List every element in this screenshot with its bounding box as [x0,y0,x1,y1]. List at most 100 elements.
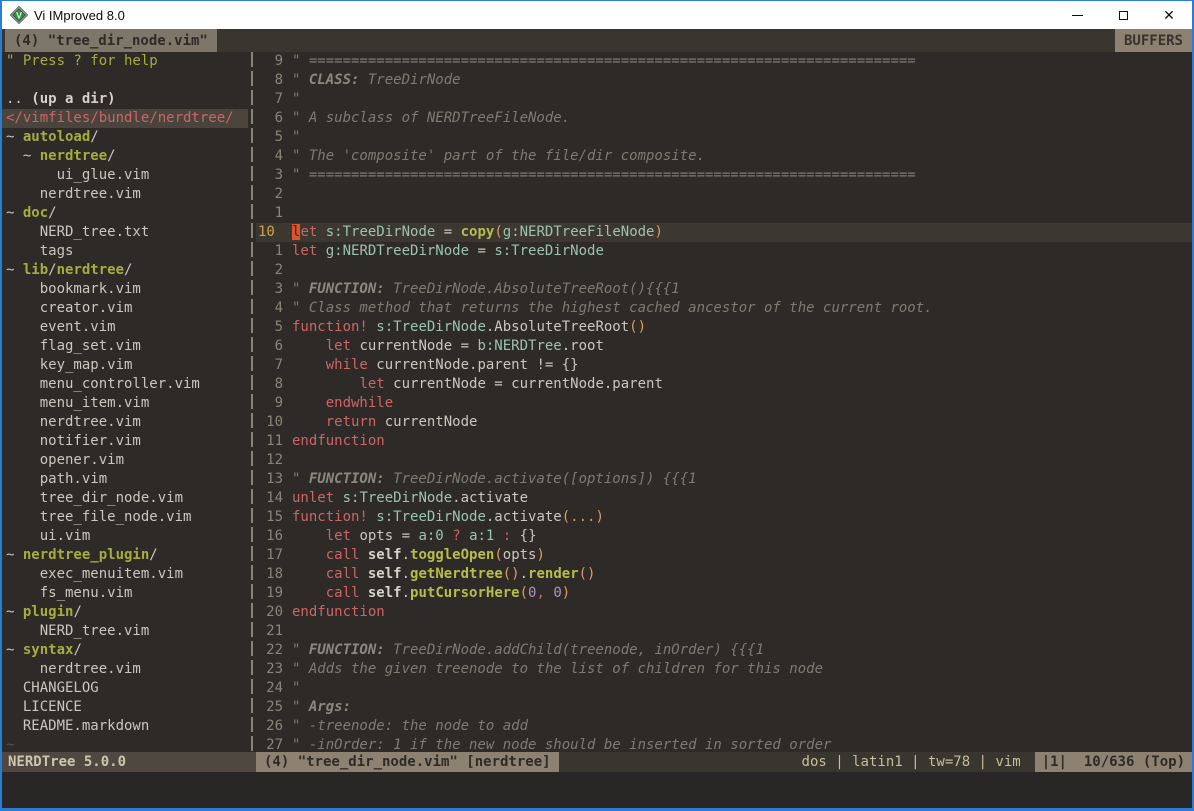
code-line[interactable]: 7 while currentNode.parent != {} [256,356,1192,375]
tree-item[interactable]: CHANGELOG [2,679,248,698]
line-number: 10 [256,223,283,242]
tree-item[interactable]: opener.vim [2,451,248,470]
line-number: 6 [256,337,283,356]
code-text: function! s:TreeDirNode.activate(...) [283,508,604,527]
minimize-button[interactable] [1054,1,1100,29]
tree-item[interactable]: nerdtree.vim [2,185,248,204]
code-line[interactable]: 22" FUNCTION: TreeDirNode.addChild(treen… [256,641,1192,660]
tree-item[interactable]: NERD_tree.txt [2,223,248,242]
code-line[interactable]: 14unlet s:TreeDirNode.activate [256,489,1192,508]
token [292,414,326,430]
code-line[interactable]: 2 [256,185,1192,204]
code-line[interactable]: 12 [256,451,1192,470]
code-text: function! s:TreeDirNode.AbsoluteTreeRoot… [283,318,646,337]
tree-item[interactable]: " Press ? for help [2,52,248,71]
command-line[interactable] [2,772,1192,808]
code-line[interactable]: 19 call self.putCursorHere(0, 0) [256,584,1192,603]
code-line[interactable]: 9" =====================================… [256,52,1192,71]
maximize-button[interactable] [1100,1,1146,29]
tree-item[interactable]: tree_file_node.vim [2,508,248,527]
tree-item[interactable]: ~ syntax/ [2,641,248,660]
code-line[interactable]: 5" [256,128,1192,147]
tree-item[interactable]: LICENCE [2,698,248,717]
code-line[interactable]: 24" [256,679,1192,698]
code-line[interactable]: 6" A subclass of NERDTreeFileNode. [256,109,1192,128]
tree-item[interactable]: flag_set.vim [2,337,248,356]
token [292,338,326,354]
token: ~ [6,604,23,620]
token: . [402,585,410,601]
tree-item[interactable]: ~ [2,736,248,752]
code-line[interactable]: 25" Args: [256,698,1192,717]
code-line[interactable]: 4" Class method that returns the highest… [256,299,1192,318]
tree-item[interactable]: creator.vim [2,299,248,318]
tree-item[interactable]: ui_glue.vim [2,166,248,185]
tree-item[interactable]: .. (up a dir) [2,90,248,109]
code-line[interactable]: 8" CLASS: TreeDirNode [256,71,1192,90]
token: event.vim [6,319,116,335]
tree-item[interactable]: ~ lib/nerdtree/ [2,261,248,280]
token [292,395,326,411]
tree-item[interactable]: event.vim [2,318,248,337]
token [461,528,469,544]
code-line[interactable]: 1let g:NERDTreeDirNode = s:TreeDirNode [256,242,1192,261]
code-line[interactable]: 27" -inOrder: 1 if the new node should b… [256,736,1192,752]
code-line[interactable]: 6 let currentNode = b:NERDTree.root [256,337,1192,356]
tree-item[interactable]: nerdtree.vim [2,660,248,679]
tree-item[interactable]: exec_menuitem.vim [2,565,248,584]
code-line[interactable]: 15function! s:TreeDirNode.activate(...) [256,508,1192,527]
code-line[interactable]: 20endfunction [256,603,1192,622]
token: " -inOrder: 1 if the new node should be … [292,737,831,752]
tree-item-selected[interactable]: </vimfiles/bundle/nerdtree/ [2,109,248,128]
tree-item[interactable]: ~ doc/ [2,204,248,223]
tree-item[interactable]: ui.vim [2,527,248,546]
tree-item[interactable]: path.vim [2,470,248,489]
tree-item[interactable]: menu_controller.vim [2,375,248,394]
code-line[interactable]: 3" =====================================… [256,166,1192,185]
code-line[interactable]: 18 call self.getNerdtree().render() [256,565,1192,584]
code-line[interactable]: 5function! s:TreeDirNode.AbsoluteTreeRoo… [256,318,1192,337]
token: 0 [553,585,561,601]
tree-item[interactable]: README.markdown [2,717,248,736]
code-text: return currentNode [283,413,477,432]
code-line[interactable]: 16 let opts = a:0 ? a:1 : {} [256,527,1192,546]
tree-item[interactable]: ~ plugin/ [2,603,248,622]
main-area: " Press ? for help .. (up a dir)</vimfile… [2,52,1192,752]
code-line[interactable]: 23" Adds the given treenode to the list … [256,660,1192,679]
code-line[interactable]: 10 return currentNode [256,413,1192,432]
tree-item[interactable]: fs_menu.vim [2,584,248,603]
tab-tree-dir-node[interactable]: (4) "tree_dir_node.vim" [5,29,217,52]
tree-item[interactable]: menu_item.vim [2,394,248,413]
tree-item[interactable]: bookmark.vim [2,280,248,299]
code-line[interactable]: 26" -treenode: the node to add [256,717,1192,736]
code-line[interactable]: 3" FUNCTION: TreeDirNode.AbsoluteTreeRoo… [256,280,1192,299]
tree-item[interactable] [2,71,248,90]
token [317,224,325,240]
code-line[interactable]: 7" [256,90,1192,109]
code-line[interactable]: 9 endwhile [256,394,1192,413]
tree-item[interactable]: ~ nerdtree_plugin/ [2,546,248,565]
code-line[interactable]: 11endfunction [256,432,1192,451]
buffers-label[interactable]: BUFFERS [1115,29,1192,52]
code-line[interactable]: 21 [256,622,1192,641]
tree-item[interactable]: nerdtree.vim [2,413,248,432]
tree-item[interactable]: notifier.vim [2,432,248,451]
close-button[interactable]: ✕ [1146,1,1192,29]
token: b:NERDTree [477,338,561,354]
code-line[interactable]: 13" FUNCTION: TreeDirNode.activate([opti… [256,470,1192,489]
code-line-current[interactable]: 10let s:TreeDirNode = copy(g:NERDTreeFil… [256,223,1192,242]
token [444,528,452,544]
code-line[interactable]: 2 [256,261,1192,280]
tree-item[interactable]: tree_dir_node.vim [2,489,248,508]
tree-item[interactable]: key_map.vim [2,356,248,375]
tree-item[interactable]: ~ autoload/ [2,128,248,147]
line-number: 12 [256,451,283,470]
code-line[interactable]: 4" The 'composite' part of the file/dir … [256,147,1192,166]
tree-item[interactable]: ~ nerdtree/ [2,147,248,166]
code-line[interactable]: 17 call self.toggleOpen(opts) [256,546,1192,565]
code-line[interactable]: 1 [256,204,1192,223]
window-split-separator[interactable] [248,52,256,752]
tree-item[interactable]: tags [2,242,248,261]
tree-item[interactable]: NERD_tree.vim [2,622,248,641]
code-line[interactable]: 8 let currentNode = currentNode.parent [256,375,1192,394]
